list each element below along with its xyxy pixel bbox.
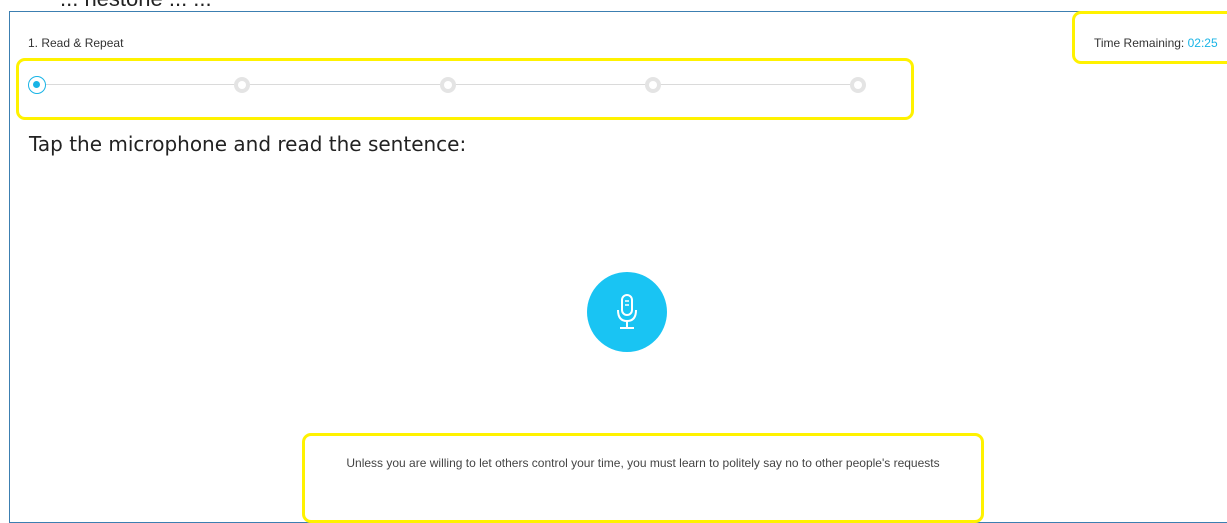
instruction-text: Tap the microphone and read the sentence…	[29, 132, 467, 156]
progress-step-1-active	[28, 76, 46, 94]
progress-step-3	[440, 77, 456, 93]
microphone-button[interactable]	[587, 272, 667, 352]
reading-sentence: Unless you are willing to let others con…	[346, 456, 940, 470]
sentence-highlight	[302, 433, 984, 523]
section-label: 1. Read & Repeat	[28, 36, 124, 50]
progress-step-4	[645, 77, 661, 93]
progress-step-5	[850, 77, 866, 93]
progress-step-2	[234, 77, 250, 93]
progress-highlight	[16, 58, 914, 120]
microphone-icon	[617, 294, 637, 329]
timer-highlight	[1072, 11, 1227, 64]
